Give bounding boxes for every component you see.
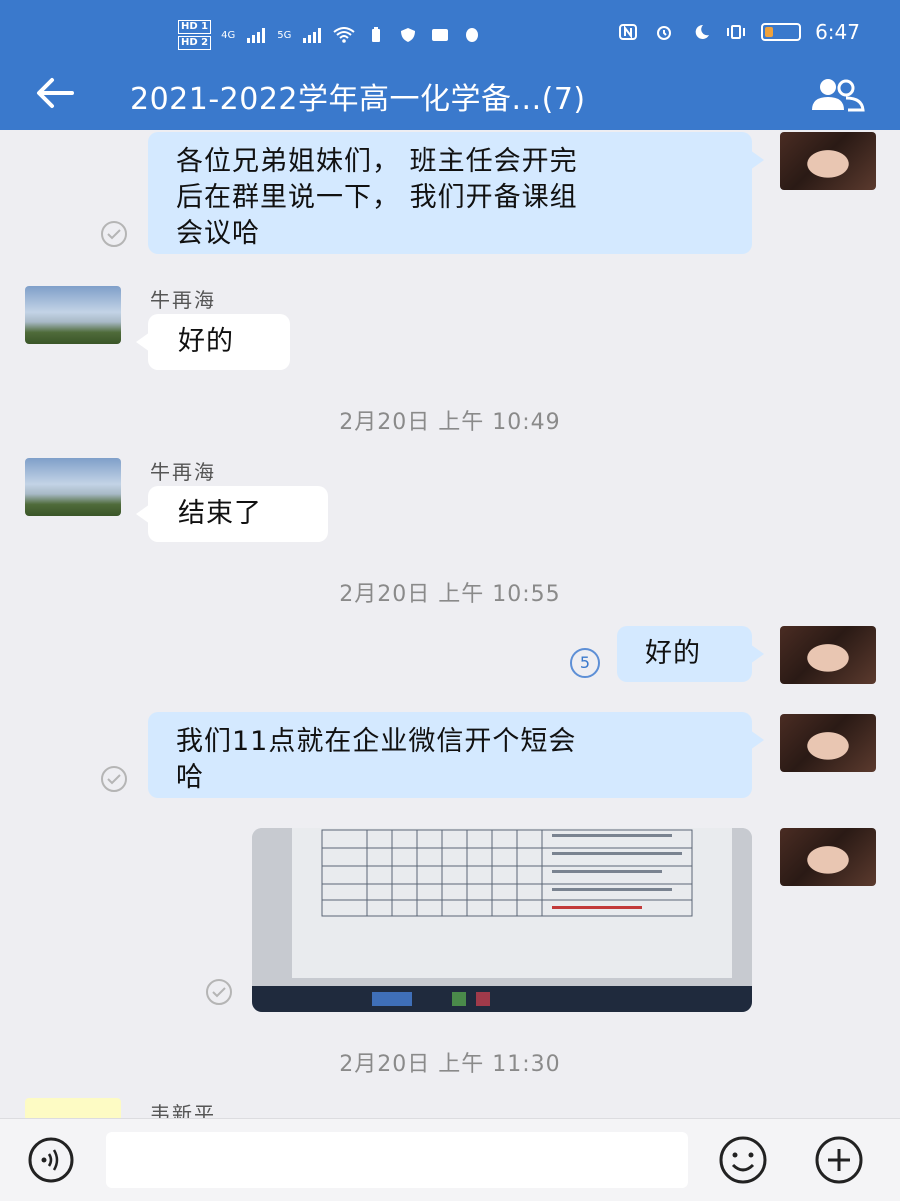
- moon-icon: [695, 24, 710, 39]
- qq-icon: [466, 28, 479, 42]
- image-message[interactable]: [252, 828, 752, 1012]
- timestamp: 2月20日 上午 11:30: [339, 1052, 561, 1077]
- read-count-badge[interactable]: 5: [570, 648, 600, 678]
- timestamp: 2月20日 上午 10:49: [339, 410, 561, 435]
- message-bubble[interactable]: 各位兄弟姐妹们， 班主任会开完 后在群里说一下， 我们开备课组 会议哈: [148, 132, 764, 254]
- my-avatar[interactable]: [780, 714, 876, 772]
- sent-check-icon: [101, 221, 127, 247]
- message-text: 好的: [645, 638, 701, 669]
- status-left-icons: HD 1 HD 2 4G 5G: [178, 20, 483, 50]
- spreadsheet-photo-icon: [252, 828, 752, 1012]
- message-input[interactable]: [106, 1132, 688, 1188]
- signal2-label: 5G: [277, 29, 292, 41]
- app-header: HD 1 HD 2 4G 5G 6:47 2021-2022学年高一化学备...…: [0, 0, 900, 130]
- sender-name: 牛再海: [150, 288, 216, 312]
- sender-avatar[interactable]: [25, 1098, 121, 1118]
- sent-check-icon: [101, 766, 127, 792]
- sender-name: 牛再海: [150, 460, 216, 484]
- back-arrow-icon[interactable]: [32, 70, 78, 116]
- vibrate-icon: [727, 25, 746, 39]
- message-list[interactable]: 各位兄弟姐妹们， 班主任会开完 后在群里说一下， 我们开备课组 会议哈 牛再海 …: [0, 130, 900, 1118]
- hd2-indicator: HD 2: [178, 36, 212, 50]
- signal2-icon: [303, 28, 322, 43]
- sender-avatar[interactable]: [25, 286, 121, 344]
- message-text-line: 各位兄弟姐妹们， 班主任会开完: [176, 146, 578, 177]
- signal1-icon: [247, 28, 266, 43]
- status-right-icons: 6:47: [617, 20, 860, 44]
- signal1-label: 4G: [221, 29, 236, 41]
- hd1-indicator: HD 1: [178, 20, 212, 34]
- sender-name: 韦新平: [150, 1102, 216, 1118]
- message-bubble[interactable]: 好的: [136, 314, 290, 370]
- battery-saver-icon: [372, 27, 381, 42]
- my-avatar[interactable]: [780, 132, 876, 190]
- message-icon: [432, 29, 449, 41]
- voice-input-icon[interactable]: [20, 1135, 82, 1185]
- alarm-icon: [657, 26, 672, 40]
- battery-fill: [765, 27, 774, 37]
- sent-check-icon: [206, 979, 232, 1005]
- message-bubble[interactable]: 我们11点就在企业微信开个短会 哈: [148, 712, 764, 798]
- emoji-icon[interactable]: [712, 1133, 774, 1187]
- input-bar: [0, 1118, 900, 1201]
- chat-title: 2021-2022学年高一化学备...(7): [130, 82, 586, 117]
- message-text: 结束了: [178, 498, 262, 529]
- battery-icon: [761, 23, 802, 41]
- my-avatar[interactable]: [780, 626, 876, 684]
- message-text-line: 哈: [176, 762, 204, 793]
- message-text-line: 我们11点就在企业微信开个短会: [176, 726, 577, 757]
- shield-icon: [401, 28, 416, 42]
- message-bubble[interactable]: 结束了: [136, 486, 328, 542]
- title-bar: 2021-2022学年高一化学备...(7): [0, 60, 900, 130]
- clock: 6:47: [815, 20, 860, 44]
- sender-avatar[interactable]: [25, 458, 121, 516]
- timestamp: 2月20日 上午 10:55: [339, 582, 561, 607]
- message-text-line: 后在群里说一下， 我们开备课组: [176, 182, 578, 213]
- message-text-line: 会议哈: [176, 218, 260, 249]
- plus-icon[interactable]: [806, 1133, 872, 1187]
- message-text: 好的: [178, 326, 234, 357]
- message-bubble[interactable]: 好的: [617, 626, 764, 682]
- my-avatar[interactable]: [780, 828, 876, 886]
- nfc-icon: [619, 24, 638, 40]
- wifi-icon: [333, 27, 355, 43]
- status-bar: HD 1 HD 2 4G 5G 6:47: [0, 14, 900, 54]
- hd-indicators: HD 1 HD 2: [178, 20, 212, 50]
- group-members-icon[interactable]: [808, 76, 868, 112]
